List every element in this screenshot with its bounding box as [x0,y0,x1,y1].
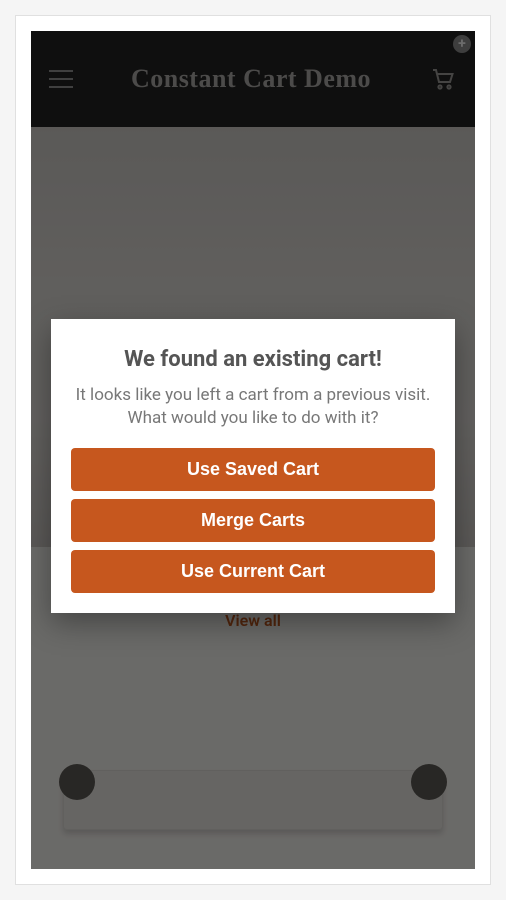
use-current-cart-button[interactable]: Use Current Cart [71,550,435,593]
modal-description: It looks like you left a cart from a pre… [71,384,435,430]
existing-cart-modal: We found an existing cart! It looks like… [51,319,455,613]
app-screen: Constant Cart Demo + Tools View all We f… [31,31,475,869]
device-frame: Constant Cart Demo + Tools View all We f… [16,16,490,884]
modal-title: We found an existing cart! [71,347,435,372]
merge-carts-button[interactable]: Merge Carts [71,499,435,542]
use-saved-cart-button[interactable]: Use Saved Cart [71,448,435,491]
